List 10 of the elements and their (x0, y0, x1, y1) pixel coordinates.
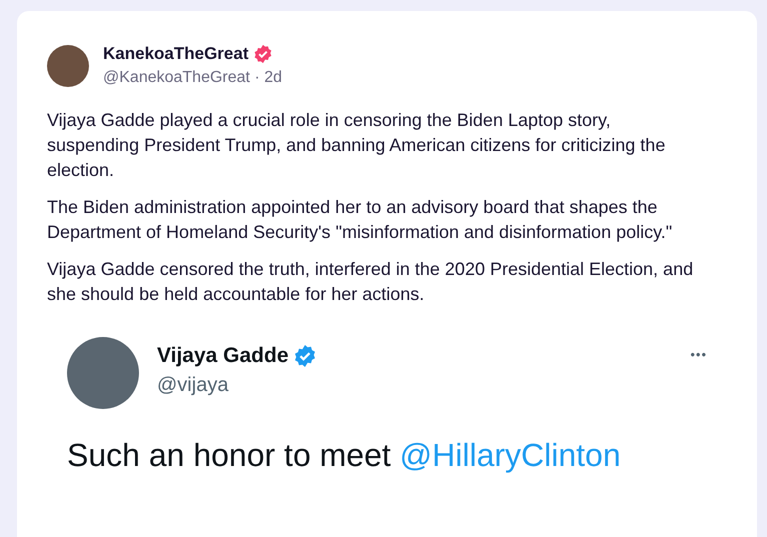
more-button[interactable]: ••• (690, 347, 707, 363)
author-name[interactable]: Vijaya Gadde (157, 343, 289, 369)
author-handle: @vijaya (157, 373, 230, 397)
post-paragraph: Vijaya Gadde played a crucial role in censoring the Biden Laptop story, suspending President Trump, and banning American citizens for criticizing the election. (47, 109, 666, 182)
post-paragraph: Vijaya Gadde censored the truth, interfered in the 2020 Presidential Election, and she should be held accountable for her actions. (47, 258, 694, 306)
avatar[interactable] (47, 45, 89, 87)
tweet-text: Such an honor to meet @HillaryClinton (67, 436, 622, 475)
post-paragraph: The Biden administration appointed her to an advisory board that shapes the Department of Homeland Security's "misinformation and disinformation policy." (47, 196, 674, 244)
author-name[interactable]: KanekoaTheGreat (103, 44, 248, 64)
author-handle: @KanekoaTheGreat · 2d (103, 68, 282, 88)
